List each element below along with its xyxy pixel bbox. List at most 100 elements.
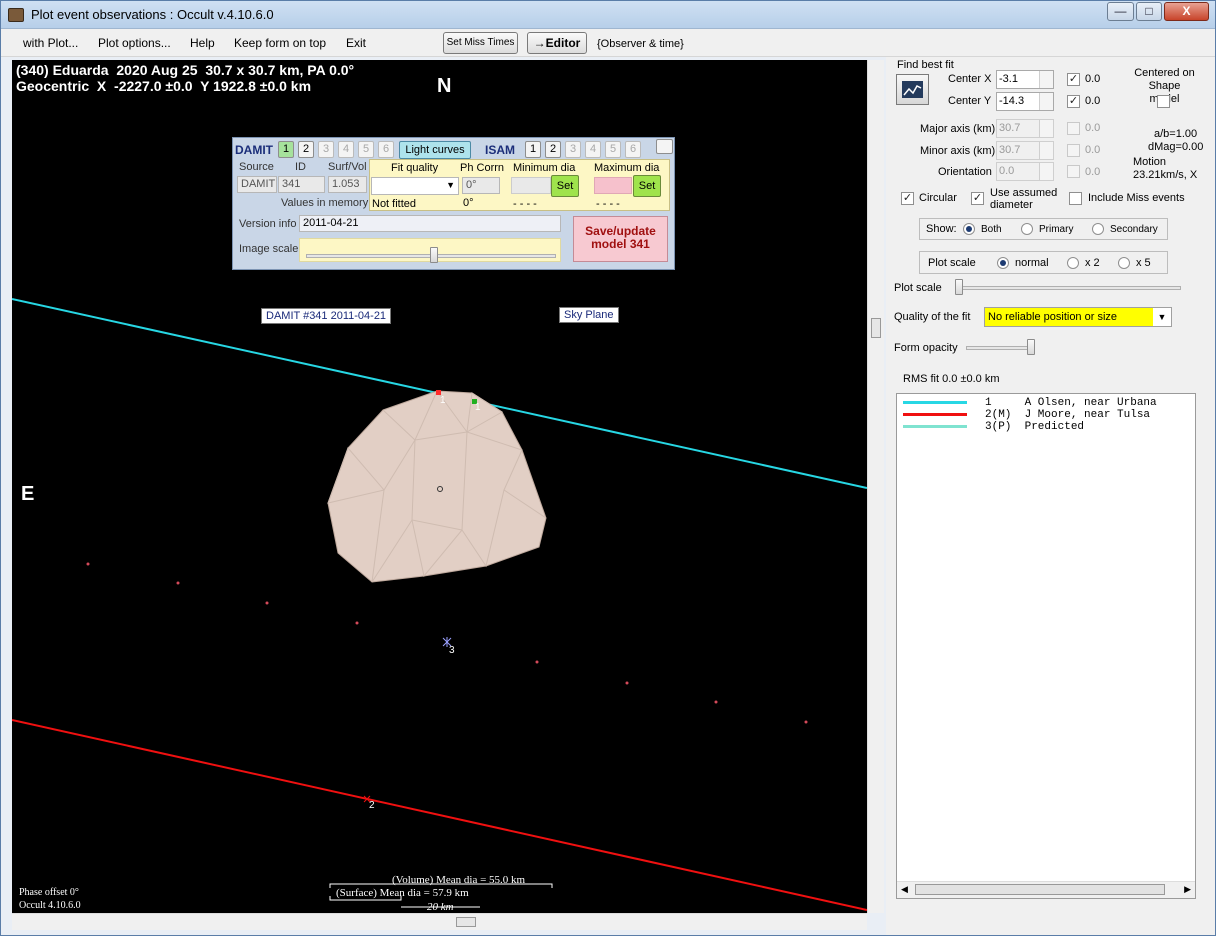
scale-x2-radio[interactable]: [1067, 257, 1079, 269]
center-x-spinner[interactable]: [1039, 71, 1053, 88]
center-y-fix-value: 0.0: [1085, 95, 1101, 107]
menu-plot-options[interactable]: Plot options...: [98, 36, 171, 50]
minimize-button[interactable]: —: [1107, 2, 1134, 21]
close-button[interactable]: X: [1164, 2, 1209, 21]
major-axis-input[interactable]: 30.7: [996, 119, 1054, 138]
damit-model-4-button[interactable]: 4: [338, 141, 354, 158]
orientation-spinner[interactable]: [1039, 163, 1053, 180]
center-x-label: Center X: [948, 73, 992, 85]
version-info-field[interactable]: 2011-04-21: [299, 215, 561, 232]
minor-axis-fix-checkbox[interactable]: [1067, 144, 1080, 157]
circular-checkbox[interactable]: ✓: [901, 192, 914, 205]
header-id: ID: [295, 161, 306, 173]
isam-model-1-button[interactable]: 1: [525, 141, 541, 158]
plot-scale-thumb[interactable]: [955, 279, 963, 295]
scroll-right-icon[interactable]: ▶: [1184, 884, 1191, 895]
observer-row-1[interactable]: 1 A Olsen, near Urbana: [903, 397, 1157, 409]
window-title: Plot event observations : Occult v.4.10.…: [31, 7, 274, 22]
observers-list[interactable]: 1 A Olsen, near Urbana 2(M) J Moore, nea…: [896, 393, 1196, 899]
show-both-radio[interactable]: [963, 223, 975, 235]
image-scale-thumb[interactable]: [430, 247, 438, 263]
motion-label: Motion: [1133, 156, 1167, 168]
observer-time-label: {Observer & time}: [597, 38, 684, 50]
scale-normal-radio[interactable]: [997, 257, 1009, 269]
find-best-fit-label: Find best fit: [897, 59, 954, 71]
minor-axis-spinner[interactable]: [1039, 142, 1053, 159]
damit-model-5-button[interactable]: 5: [358, 141, 374, 158]
chord-label-3: 3: [449, 645, 455, 656]
damit-model-1-button[interactable]: 1: [278, 141, 294, 158]
menu-help[interactable]: Help: [190, 36, 215, 50]
observer-1-swatch: [903, 400, 967, 404]
orientation-fix-checkbox[interactable]: [1067, 165, 1080, 178]
plot-horizontal-scrollbar[interactable]: [12, 913, 867, 930]
save-update-model-button[interactable]: Save/update model 341: [573, 216, 668, 262]
isam-model-6-button[interactable]: 6: [625, 141, 641, 158]
chord-label-1b: 1: [475, 402, 481, 413]
find-best-fit-button[interactable]: [896, 74, 929, 105]
light-curves-button[interactable]: Light curves: [399, 141, 471, 159]
plot-vertical-scrollbar[interactable]: [867, 60, 884, 913]
fit-quality-dropdown[interactable]: ▼: [371, 177, 459, 195]
scale-20km-label: 20 km: [427, 901, 454, 913]
plot-scale-group: Plot scale normal x 2 x 5: [919, 251, 1168, 274]
center-x-input[interactable]: -3.1: [996, 70, 1054, 89]
ph-corrn-field: 0°: [462, 177, 500, 194]
menu-keep-on-top[interactable]: Keep form on top: [234, 36, 326, 50]
isam-model-3-button[interactable]: 3: [565, 141, 581, 158]
set-max-dia-button[interactable]: Set: [633, 175, 661, 197]
menu-with-plot[interactable]: with Plot...: [23, 36, 78, 50]
center-y-spinner[interactable]: [1039, 93, 1053, 110]
isam-model-2-button[interactable]: 2: [545, 141, 561, 158]
scale-x5-radio[interactable]: [1118, 257, 1130, 269]
observer-row-3[interactable]: 3(P) Predicted: [903, 421, 1084, 433]
show-primary-radio[interactable]: [1021, 223, 1033, 235]
hscroll-thumb[interactable]: [456, 917, 476, 927]
damit-model-2-button[interactable]: 2: [298, 141, 314, 158]
major-axis-spinner[interactable]: [1039, 120, 1053, 137]
center-x-fix-checkbox[interactable]: ✓: [1067, 73, 1080, 86]
isam-model-4-button[interactable]: 4: [585, 141, 601, 158]
motion-value: 23.21km/s, X: [1133, 169, 1198, 181]
max-dia-field: [594, 177, 632, 194]
isam-model-5-button[interactable]: 5: [605, 141, 621, 158]
observer-2-num: 2(M): [985, 409, 1012, 421]
center-y-input[interactable]: -14.3: [996, 92, 1054, 111]
header-ph-corrn: Ph Corrn: [460, 162, 505, 174]
use-assumed-checkbox[interactable]: ✓: [971, 192, 984, 205]
minor-axis-input[interactable]: 30.7: [996, 141, 1054, 160]
center-y-fix-checkbox[interactable]: ✓: [1067, 95, 1080, 108]
editor-button[interactable]: →Editor: [527, 32, 587, 54]
orientation-label: Orientation: [938, 166, 992, 178]
not-fitted-label: Not fitted: [372, 198, 417, 210]
major-axis-fix-checkbox[interactable]: [1067, 122, 1080, 135]
occult-version-label: Occult 4.10.6.0: [19, 900, 81, 911]
sky-plane-label: Sky Plane: [559, 307, 619, 323]
quality-dropdown[interactable]: No reliable position or size ▼: [984, 307, 1172, 327]
chord-label-1a: 1: [440, 395, 446, 406]
vscroll-thumb[interactable]: [871, 318, 881, 338]
show-secondary-radio[interactable]: [1092, 223, 1104, 235]
damit-model-3-button[interactable]: 3: [318, 141, 334, 158]
min-dia-dashes: - - - -: [513, 198, 537, 210]
dropdown-arrow-icon: ▼: [446, 180, 455, 190]
form-opacity-thumb[interactable]: [1027, 339, 1035, 355]
maximize-button[interactable]: □: [1136, 2, 1162, 21]
scroll-left-icon[interactable]: ◀: [901, 884, 908, 895]
include-miss-label: Include Miss events: [1088, 192, 1185, 204]
minor-axis-label: Minor axis (km): [920, 145, 996, 157]
plot-area[interactable]: (340) Eduarda 2020 Aug 25 30.7 x 30.7 km…: [12, 60, 867, 913]
set-min-dia-button[interactable]: Set: [551, 175, 579, 197]
menu-exit[interactable]: Exit: [346, 36, 366, 50]
center-x-value: -3.1: [999, 73, 1018, 85]
list-horizontal-scrollbar[interactable]: ◀ ▶: [897, 881, 1195, 898]
centered-on-shape-checkbox[interactable]: [1157, 95, 1170, 108]
set-miss-times-button[interactable]: Set Miss Times: [443, 32, 518, 54]
damit-panel-close-button[interactable]: [656, 139, 673, 154]
include-miss-checkbox[interactable]: [1069, 192, 1082, 205]
list-hscroll-thumb[interactable]: [915, 884, 1165, 895]
orientation-input[interactable]: 0.0: [996, 162, 1054, 181]
damit-model-6-button[interactable]: 6: [378, 141, 394, 158]
observer-row-2[interactable]: 2(M) J Moore, near Tulsa: [903, 409, 1150, 421]
image-scale-label: Image scale: [239, 243, 299, 255]
